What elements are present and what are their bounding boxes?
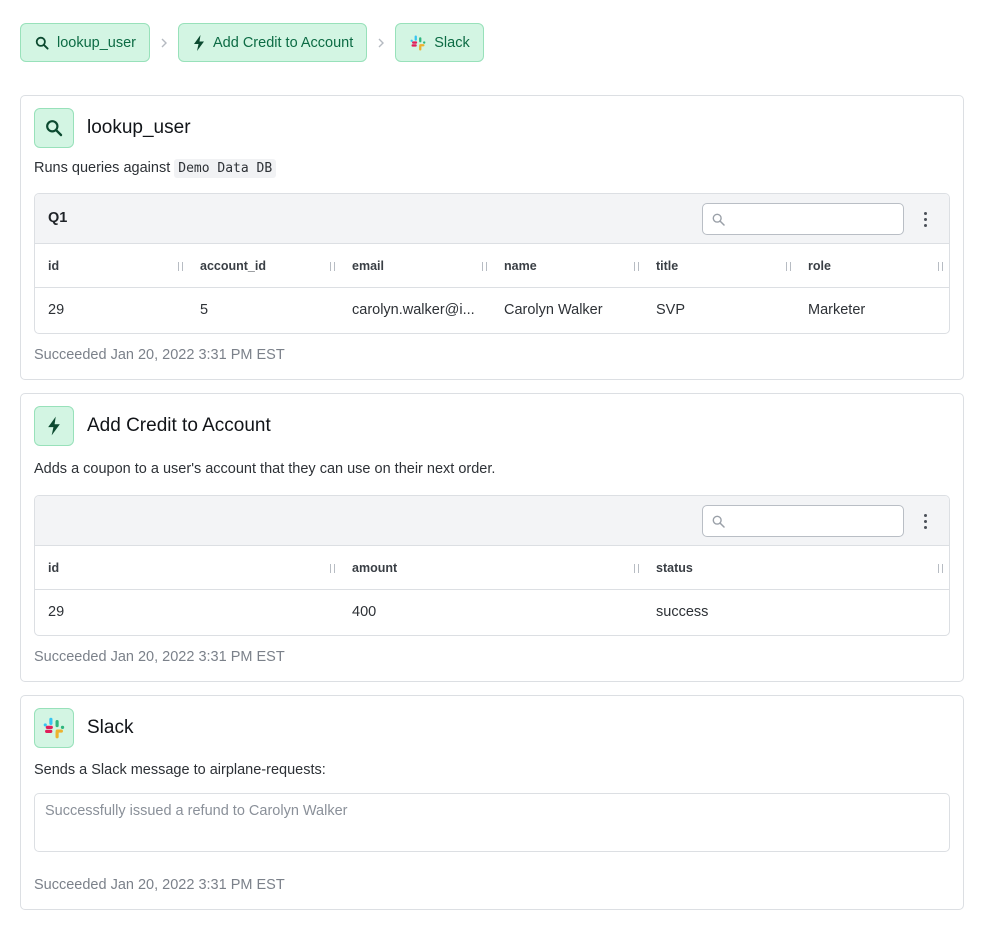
table-search <box>702 203 904 235</box>
search-icon <box>35 36 49 50</box>
column-header[interactable]: role <box>795 244 947 288</box>
column-header[interactable]: id <box>35 546 339 590</box>
breadcrumb-label: lookup_user <box>57 34 136 51</box>
lightning-icon <box>194 34 204 51</box>
step-description: Sends a Slack message to airplane-reques… <box>34 762 326 778</box>
column-resize-handle[interactable] <box>482 262 487 271</box>
breadcrumb: lookup_user Add Credit to Account Slack <box>20 23 484 62</box>
step-icon-badge <box>34 708 74 748</box>
chevron-right-icon <box>367 38 395 48</box>
table-header-row: id account_id email name title role <box>35 244 949 288</box>
step-status: Succeeded Jan 20, 2022 3:31 PM EST <box>34 347 285 363</box>
step-card-slack: Slack Sends a Slack message to airplane-… <box>20 695 964 910</box>
results-table: Q1 id account_id email name title role 2… <box>34 193 950 334</box>
slack-logo-icon <box>43 717 65 739</box>
more-options-icon[interactable] <box>915 207 935 231</box>
column-resize-handle[interactable] <box>938 262 943 271</box>
table-name: Q1 <box>48 210 68 226</box>
step-title: lookup_user <box>87 117 191 138</box>
column-resize-handle[interactable] <box>634 262 639 271</box>
slack-message-output: Successfully issued a refund to Carolyn … <box>34 793 950 852</box>
step-title: Slack <box>87 717 134 738</box>
column-header[interactable]: account_id <box>187 244 339 288</box>
slack-logo-icon <box>410 35 426 50</box>
resource-name: Demo Data DB <box>174 159 277 178</box>
table-toolbar <box>35 496 949 546</box>
table-toolbar: Q1 <box>35 194 949 244</box>
breadcrumb-item-lookup-user[interactable]: lookup_user <box>20 23 150 62</box>
table-cell: SVP <box>656 302 686 318</box>
step-description: Runs queries against Demo Data DB <box>34 159 277 178</box>
column-resize-handle[interactable] <box>330 564 335 573</box>
step-card-add-credit: Add Credit to Account Adds a coupon to a… <box>20 393 964 682</box>
search-icon <box>712 213 725 226</box>
results-table: id amount status 29 400 success <box>34 495 950 636</box>
step-status: Succeeded Jan 20, 2022 3:31 PM EST <box>34 649 285 665</box>
step-title: Add Credit to Account <box>87 415 271 436</box>
column-header[interactable]: email <box>339 244 491 288</box>
column-header[interactable]: title <box>643 244 795 288</box>
column-header[interactable]: amount <box>339 546 643 590</box>
table-search <box>702 505 904 537</box>
table-search-input[interactable] <box>731 208 897 230</box>
step-description: Adds a coupon to a user's account that t… <box>34 461 496 477</box>
breadcrumb-label: Add Credit to Account <box>213 34 354 51</box>
table-header-row: id amount status <box>35 546 949 590</box>
step-status: Succeeded Jan 20, 2022 3:31 PM EST <box>34 877 285 893</box>
search-icon <box>712 515 725 528</box>
table-cell: carolyn.walker@i... <box>352 302 475 318</box>
table-cell: Carolyn Walker <box>504 302 603 318</box>
column-resize-handle[interactable] <box>786 262 791 271</box>
more-options-icon[interactable] <box>915 509 935 533</box>
table-cell: Marketer <box>808 302 866 318</box>
lightning-icon <box>48 416 60 436</box>
table-cell: 5 <box>200 302 209 318</box>
table-cell: success <box>656 604 709 620</box>
breadcrumb-label: Slack <box>434 34 470 51</box>
step-icon-badge <box>34 406 74 446</box>
step-card-lookup-user: lookup_user Runs queries against Demo Da… <box>20 95 964 380</box>
table-cell: 29 <box>48 604 65 620</box>
breadcrumb-item-slack[interactable]: Slack <box>395 23 484 62</box>
column-resize-handle[interactable] <box>330 262 335 271</box>
table-cell: 29 <box>48 302 65 318</box>
search-icon <box>46 120 63 137</box>
table-cell: 400 <box>352 604 377 620</box>
column-header[interactable]: status <box>643 546 943 590</box>
column-header[interactable]: id <box>35 244 187 288</box>
column-header[interactable]: name <box>491 244 643 288</box>
column-resize-handle[interactable] <box>178 262 183 271</box>
table-row[interactable]: 29 5 carolyn.walker@i... Carolyn Walker … <box>35 288 949 332</box>
breadcrumb-item-add-credit[interactable]: Add Credit to Account <box>178 23 368 62</box>
chevron-right-icon <box>150 38 178 48</box>
table-row[interactable]: 29 400 success <box>35 590 949 634</box>
table-search-input[interactable] <box>731 510 897 532</box>
column-resize-handle[interactable] <box>938 564 943 573</box>
step-icon-badge <box>34 108 74 148</box>
column-resize-handle[interactable] <box>634 564 639 573</box>
